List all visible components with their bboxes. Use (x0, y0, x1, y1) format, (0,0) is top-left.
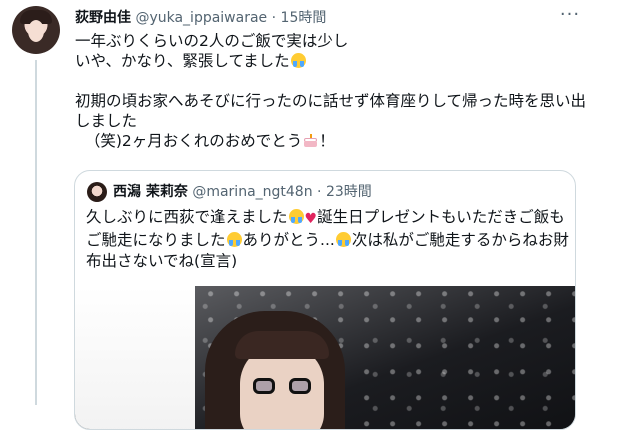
header-separator: · (271, 10, 277, 26)
tweet-line: 一年ぶりくらいの2人のご飯で実は少し (75, 32, 349, 50)
tweet-line: いや、かなり、緊張してました (75, 51, 595, 71)
thread-line (35, 60, 37, 405)
quoted-tweet-card[interactable]: 西潟 茉莉奈 @marina_ngt48n · 23時間 久しぶりに西荻で逢えま… (74, 170, 576, 430)
tweet-header: 荻野由佳 @yuka_ippaiwarae · 15時間 (75, 9, 326, 27)
quoted-line: ご馳走になりました ありがとう... 次は私がご馳走するからねお財 (86, 231, 569, 249)
more-options-icon[interactable]: ··· (558, 6, 582, 30)
quoted-author-name: 西潟 茉莉奈 (113, 184, 188, 200)
person-bangs (235, 331, 329, 359)
quoted-tweet-text: 久しぶりに西荻で逢えました ♥誕生日プレゼントもいただきご飯も ご馳走になりました… (86, 207, 569, 272)
quoted-author-handle: @marina_ngt48n (192, 184, 313, 200)
crying-face-emoji-icon (335, 232, 351, 247)
crying-face-emoji-icon (226, 232, 242, 247)
author-handle[interactable]: @yuka_ippaiwarae (135, 10, 267, 26)
tweet-line: しました (75, 112, 138, 130)
birthday-cake-emoji-icon (303, 134, 318, 148)
quoted-line: 久しぶりに西荻で逢えました ♥誕生日プレゼントもいただきご飯も (86, 207, 566, 230)
tweet-text: 一年ぶりくらいの2人のご飯で実は少し いや、かなり、緊張してました 初期の頃お家… (75, 31, 595, 151)
author-name[interactable]: 荻野由佳 (75, 10, 131, 26)
heart-emoji-icon: ♥ (304, 211, 318, 227)
tweet-line: 初期の頃お家へあそびに行ったのに話せず体育座りして帰った時を思い出 (75, 92, 587, 110)
tweet-timestamp[interactable]: 15時間 (281, 10, 327, 26)
quoted-tweet-header: 西潟 茉莉奈 @marina_ngt48n · 23時間 (113, 183, 372, 201)
glasses (253, 378, 311, 398)
quoted-header-separator: · (317, 184, 322, 200)
quoted-tweet-photo[interactable] (75, 286, 575, 429)
quoted-author-avatar (87, 182, 107, 202)
quoted-tweet-timestamp: 23時間 (325, 184, 372, 200)
crying-face-emoji-icon (290, 53, 306, 68)
quoted-line: 布出さないでね(宣言) (86, 252, 238, 270)
tweet-avatar[interactable] (12, 6, 60, 54)
tweet-line: （笑)2ヶ月おくれのおめでとう！ (84, 132, 335, 150)
crying-face-emoji-icon (288, 209, 304, 224)
